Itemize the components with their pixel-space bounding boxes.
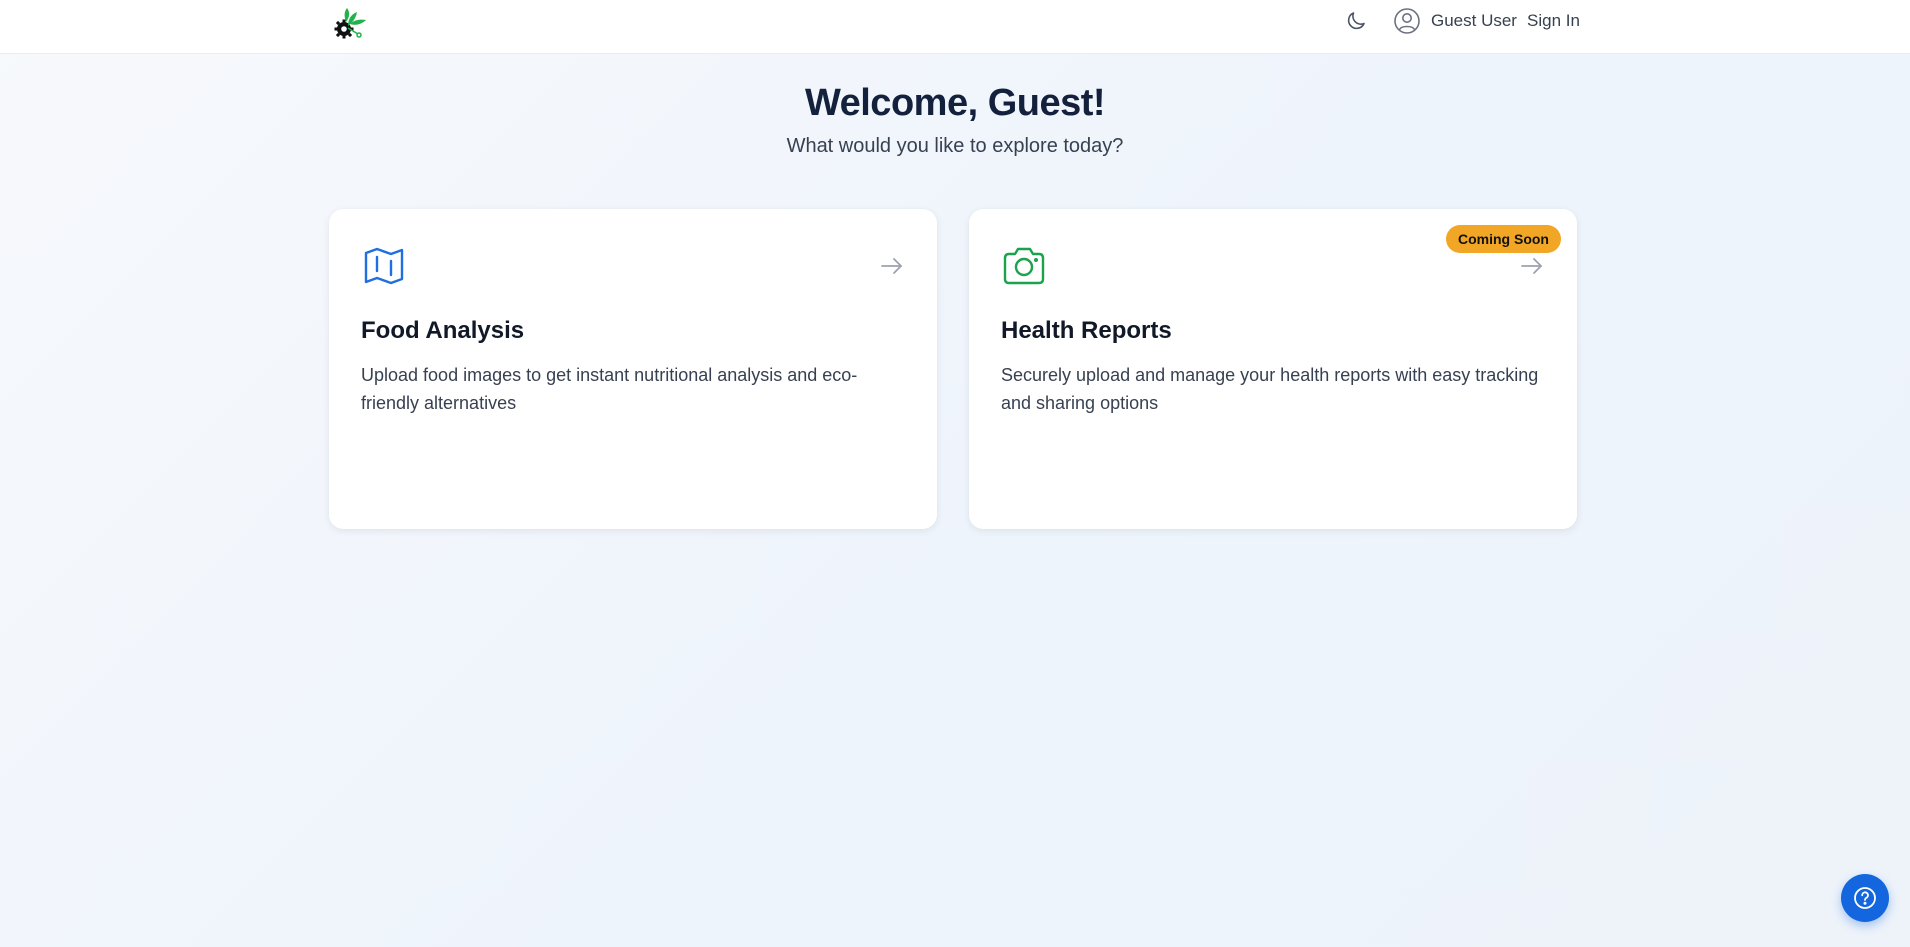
app-logo[interactable] (332, 4, 370, 42)
welcome-section: Welcome, Guest! What would you like to e… (0, 82, 1910, 158)
food-analysis-card[interactable]: Food Analysis Upload food images to get … (329, 209, 937, 529)
moon-icon (1347, 12, 1365, 30)
arrow-right-icon[interactable] (879, 253, 905, 279)
page-title: Welcome, Guest! (804, 82, 1106, 124)
card-description: Securely upload and manage your health r… (1001, 365, 1539, 413)
arrow-right-icon[interactable] (1519, 253, 1545, 279)
sign-in-link[interactable]: Sign In (1527, 11, 1580, 31)
coming-soon-badge: Coming Soon (1446, 225, 1561, 253)
page-subtitle: What would you like to explore today? (786, 135, 1124, 157)
user-menu[interactable]: Guest User (1393, 6, 1517, 36)
camera-icon (1001, 243, 1047, 289)
card-title: Food Analysis (361, 317, 525, 344)
top-navigation-bar: Guest User Sign In (0, 0, 1910, 54)
map-icon (361, 243, 407, 289)
health-reports-card[interactable]: Coming Soon Health Reports Securely uplo… (969, 209, 1577, 529)
card-description: Upload food images to get instant nutrit… (361, 365, 858, 413)
user-avatar-icon (1394, 8, 1420, 34)
card-title: Health Reports (1001, 317, 1172, 344)
help-button[interactable] (1841, 874, 1889, 922)
dark-mode-toggle[interactable] (1341, 6, 1371, 36)
user-name: Guest User (1431, 11, 1517, 30)
help-icon (1854, 887, 1876, 909)
